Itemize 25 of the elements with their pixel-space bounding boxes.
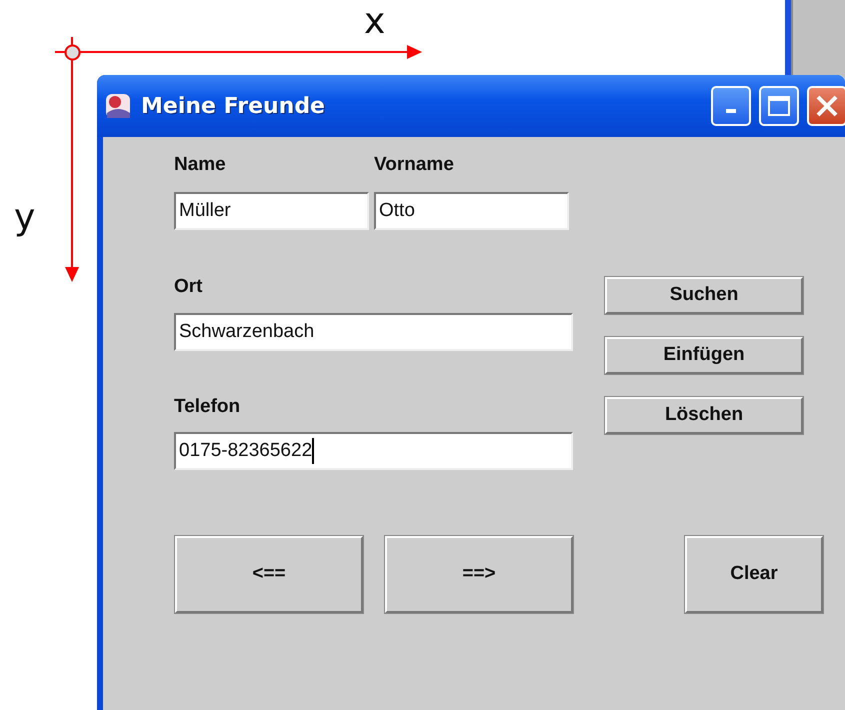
maximize-icon: [767, 95, 791, 117]
field-label: Telefon: [174, 397, 240, 416]
text-field[interactable]: Otto: [374, 192, 569, 230]
minimize-button[interactable]: [711, 86, 751, 126]
window-title: Meine Freunde: [141, 92, 325, 120]
action-button[interactable]: Löschen: [605, 397, 803, 434]
action-button[interactable]: Suchen: [605, 277, 803, 314]
maximize-button[interactable]: [759, 86, 799, 126]
field-label: Vorname: [374, 155, 454, 174]
text-field[interactable]: Schwarzenbach: [174, 313, 573, 351]
axis-label: x: [364, 4, 386, 40]
origin-marker: [64, 44, 81, 61]
close-button[interactable]: [807, 86, 845, 126]
field-label: Name: [174, 155, 226, 174]
nav-button[interactable]: <==: [175, 536, 363, 613]
field-label: Ort: [174, 277, 202, 296]
text-field[interactable]: Müller: [174, 192, 369, 230]
nav-button[interactable]: Clear: [685, 536, 823, 613]
action-button[interactable]: Einfügen: [605, 337, 803, 374]
nav-button[interactable]: ==>: [385, 536, 573, 613]
text-field[interactable]: 0175-82365622: [174, 432, 573, 470]
app-icon: [103, 91, 133, 121]
close-icon: [815, 94, 839, 118]
minimize-icon: [726, 109, 736, 113]
axis-label: y: [14, 200, 36, 236]
